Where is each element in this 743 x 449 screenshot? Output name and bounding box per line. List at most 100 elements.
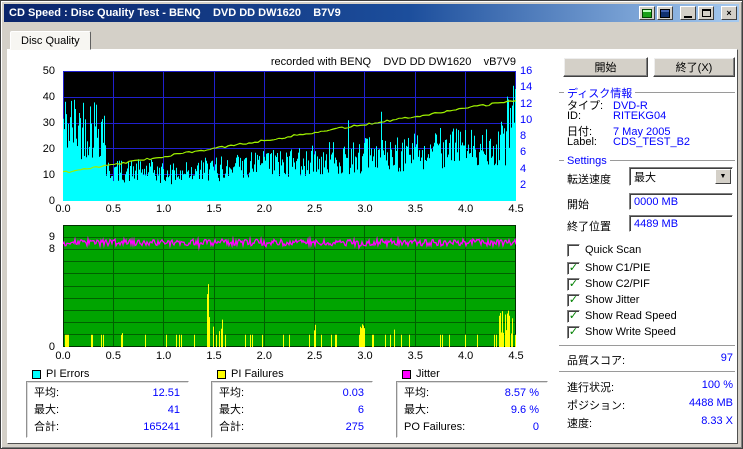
- jitter-stats-box: 平均: 8.57 % 最大: 9.6 % PO Failures: 0: [396, 381, 548, 438]
- stat-label: 最大:: [404, 404, 430, 416]
- stat-label: 最大:: [34, 404, 60, 416]
- quality-score-value: 97: [720, 352, 733, 364]
- stat-value: 0.03: [342, 387, 364, 399]
- maximize-button[interactable]: [698, 6, 714, 20]
- tick-label: 10: [42, 169, 55, 181]
- separator: [559, 345, 735, 347]
- position-label: ポジション:: [567, 400, 626, 412]
- transfer-speed-select[interactable]: 最大 ▼: [629, 167, 733, 186]
- progress-label: 進行状況:: [567, 382, 615, 394]
- stat-label: PO Failures:: [404, 421, 466, 433]
- show-c1-pie-checkbox[interactable]: ✓: [567, 261, 580, 275]
- stat-row: 平均: 8.57 %: [397, 385, 547, 402]
- maximize-icon: [701, 9, 711, 17]
- show-jitter-checkbox[interactable]: ✓: [567, 293, 580, 307]
- stat-value: 41: [167, 404, 180, 416]
- minimize-button[interactable]: [680, 6, 696, 20]
- stat-value: 8.57 %: [504, 387, 539, 399]
- checkbox-label: Show Write Speed: [585, 326, 676, 338]
- titlebar[interactable]: CD Speed : Disc Quality Test - BENQ DVD …: [4, 4, 739, 22]
- show-read-speed-row: ✓ Show Read Speed: [567, 309, 677, 323]
- tick-label: 0: [48, 195, 55, 207]
- tick-label: 50: [42, 65, 55, 77]
- separator: [559, 371, 735, 373]
- tick-label: 0.0: [55, 350, 71, 362]
- minimize-icon: [684, 15, 692, 18]
- window-controls: ×: [639, 6, 737, 20]
- tick-label: 4.0: [458, 350, 474, 362]
- stat-row: 平均: 0.03: [212, 385, 372, 402]
- transfer-speed-value: 最大: [634, 171, 656, 184]
- stat-value: 0: [532, 421, 539, 433]
- tab-disc-quality[interactable]: Disc Quality: [10, 31, 91, 50]
- tick-label: 1.5: [206, 203, 222, 215]
- show-read-speed-checkbox[interactable]: ✓: [567, 309, 580, 323]
- titlebar-tool-button-1[interactable]: [639, 6, 655, 20]
- tick-label: 3.5: [407, 203, 423, 215]
- pi-errors-swatch: [32, 369, 41, 379]
- tick-label: 1.0: [156, 350, 172, 362]
- pi-errors-stats-box: 平均: 12.51 最大: 41 合計: 165241: [26, 381, 189, 438]
- tick-label: 2.0: [256, 203, 272, 215]
- start-position-label: 開始: [567, 199, 589, 211]
- jitter-legend-label: Jitter: [416, 368, 440, 380]
- close-icon: ×: [726, 8, 732, 18]
- pi-errors-y-axis: 50 40 30 20 10 0: [31, 65, 58, 213]
- checkbox-label: Show C1/PIE: [585, 262, 651, 274]
- tick-label: 20: [42, 143, 55, 155]
- pi-errors-legend: PI Errors: [30, 368, 92, 380]
- close-button[interactable]: ×: [721, 6, 737, 20]
- chart-header: recorded with BENQ DVD DD DW1620 vB7V9: [270, 56, 516, 68]
- show-c1-pie-row: ✓ Show C1/PIE: [567, 261, 650, 275]
- pi-failures-legend-label: PI Failures: [231, 368, 284, 380]
- tick-label: 14: [520, 81, 533, 94]
- speed-y-axis: 16 14 12 10 8 6 4 2: [520, 65, 546, 213]
- stat-value: 9.6 %: [510, 404, 539, 416]
- show-write-speed-checkbox[interactable]: ✓: [567, 325, 580, 339]
- progress-row: 進行状況: 100 %: [567, 379, 733, 394]
- blue-disc-icon: [660, 8, 670, 18]
- transfer-speed-dropdown-button[interactable]: ▼: [715, 169, 731, 184]
- tick-label: 10: [520, 113, 533, 126]
- show-c2-pif-checkbox[interactable]: ✓: [567, 277, 580, 291]
- stat-label: 平均:: [404, 387, 430, 399]
- show-write-speed-row: ✓ Show Write Speed: [567, 325, 676, 339]
- stat-row: 平均: 12.51: [27, 385, 188, 402]
- pi-failures-swatch: [217, 369, 226, 379]
- chevron-down-icon: ▼: [719, 173, 727, 180]
- stat-value: 275: [345, 421, 364, 433]
- top-chart-x-axis: 0.0 0.5 1.0 1.5 2.0 2.5 3.0 3.5 4.0 4.5: [55, 203, 523, 215]
- pif-jitter-chart: [63, 225, 516, 347]
- disc-id-row: ID: RITEKG04: [567, 110, 735, 123]
- disc-date-row: 日付: 7 May 2005: [567, 123, 735, 138]
- pi-failures-stats-box: 平均: 0.03 最大: 6 合計: 275: [211, 381, 373, 438]
- jitter-y-axis: 98 0: [31, 225, 58, 359]
- tick-label: 3.5: [407, 350, 423, 362]
- tick-label: 4.5: [508, 203, 524, 215]
- start-position-field[interactable]: 0000 MB: [629, 193, 733, 210]
- show-c2-pif-row: ✓ Show C2/PIF: [567, 277, 650, 291]
- pi-errors-chart: [63, 71, 516, 201]
- app-window: CD Speed : Disc Quality Test - BENQ DVD …: [0, 0, 743, 449]
- quick-scan-checkbox[interactable]: [567, 243, 580, 257]
- start-button[interactable]: 開始: [563, 57, 648, 77]
- tick-label: 9: [48, 231, 55, 244]
- tick-label: 0.0: [55, 203, 71, 215]
- stat-value: 165241: [143, 421, 180, 433]
- tick-label: 2: [520, 178, 527, 191]
- quick-scan-row: Quick Scan: [567, 243, 641, 257]
- tick-label: 30: [42, 117, 55, 129]
- speed-value: 8.33 X: [701, 415, 733, 427]
- stat-row: 最大: 6: [212, 402, 372, 419]
- disc-type-row: タイプ: DVD-R: [567, 97, 735, 112]
- end-position-field[interactable]: 4489 MB: [629, 215, 733, 232]
- tick-label: 1.5: [206, 350, 222, 362]
- green-chart-icon: [642, 8, 652, 18]
- tick-label: 6: [520, 146, 527, 159]
- position-value: 4488 MB: [688, 397, 733, 409]
- pi-failures-legend: PI Failures: [215, 368, 286, 380]
- tick-label: 0: [48, 341, 55, 353]
- disc-label-value: CDS_TEST_B2: [613, 136, 691, 148]
- titlebar-tool-button-2[interactable]: [657, 6, 673, 20]
- exit-button[interactable]: 終了(X): [653, 57, 735, 77]
